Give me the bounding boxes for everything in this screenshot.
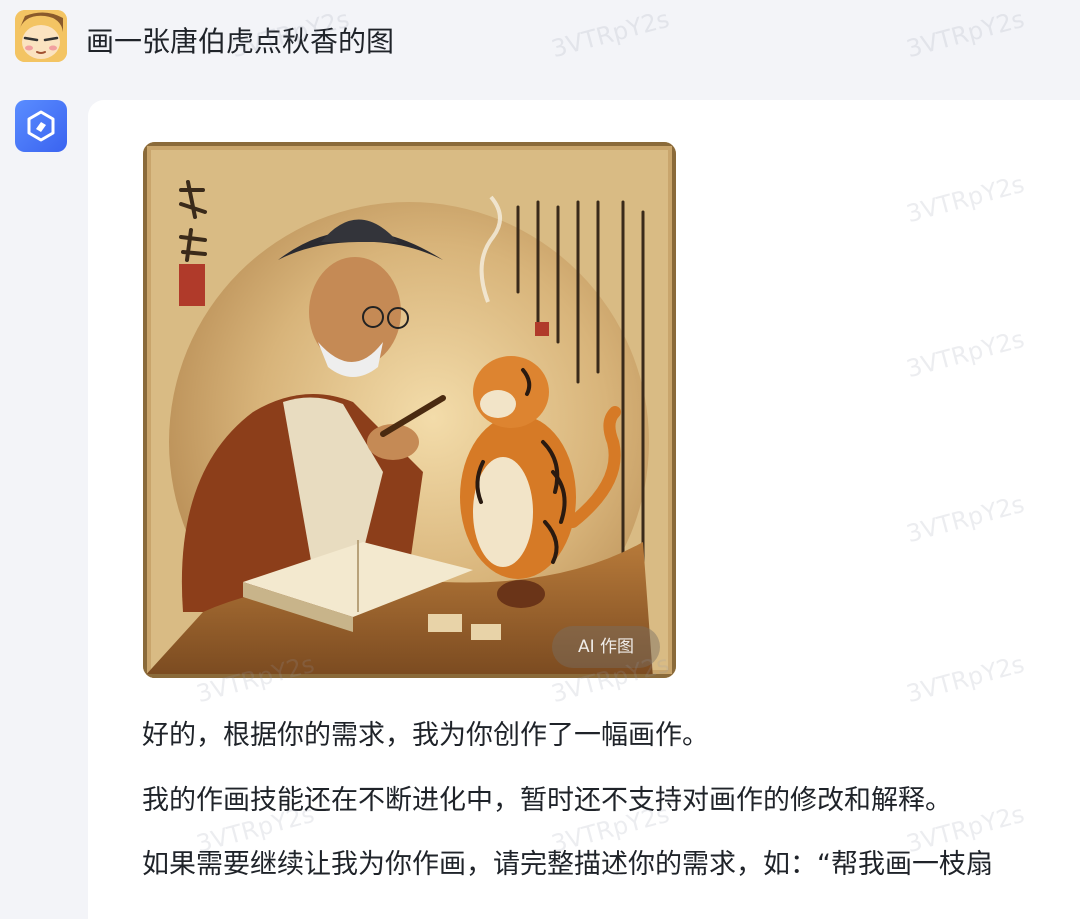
reply-line: 如果需要继续让我为你作画，请完整描述你的需求，如：“帮我画一枝扇	[142, 849, 993, 880]
reply-line: 好的，根据你的需求，我为你创作了一幅画作。	[142, 720, 709, 751]
cube-logo-icon	[27, 110, 55, 142]
watermark: 3VTRpY2s	[548, 4, 673, 64]
user-avatar[interactable]	[15, 10, 67, 62]
watermark: 3VTRpY2s	[903, 4, 1028, 64]
artwork-image	[143, 142, 676, 678]
generated-artwork[interactable]: AI 作图	[143, 142, 676, 678]
reply-line: 我的作画技能还在不断进化中，暂时还不支持对画作的修改和解释。	[142, 785, 952, 816]
assistant-avatar[interactable]	[15, 100, 67, 152]
chat-page: 画一张唐伯虎点秋香的图 AI 作图 好的，根据你的需求，我为你创作了一幅画作。 …	[0, 0, 1080, 919]
assistant-reply-card: AI 作图 好的，根据你的需求，我为你创作了一幅画作。 我的作画技能还在不断进化…	[88, 100, 1080, 919]
ai-generated-badge: AI 作图	[552, 626, 660, 668]
user-message: 画一张唐伯虎点秋香的图	[86, 25, 395, 58]
cartoon-face-icon	[15, 10, 67, 62]
